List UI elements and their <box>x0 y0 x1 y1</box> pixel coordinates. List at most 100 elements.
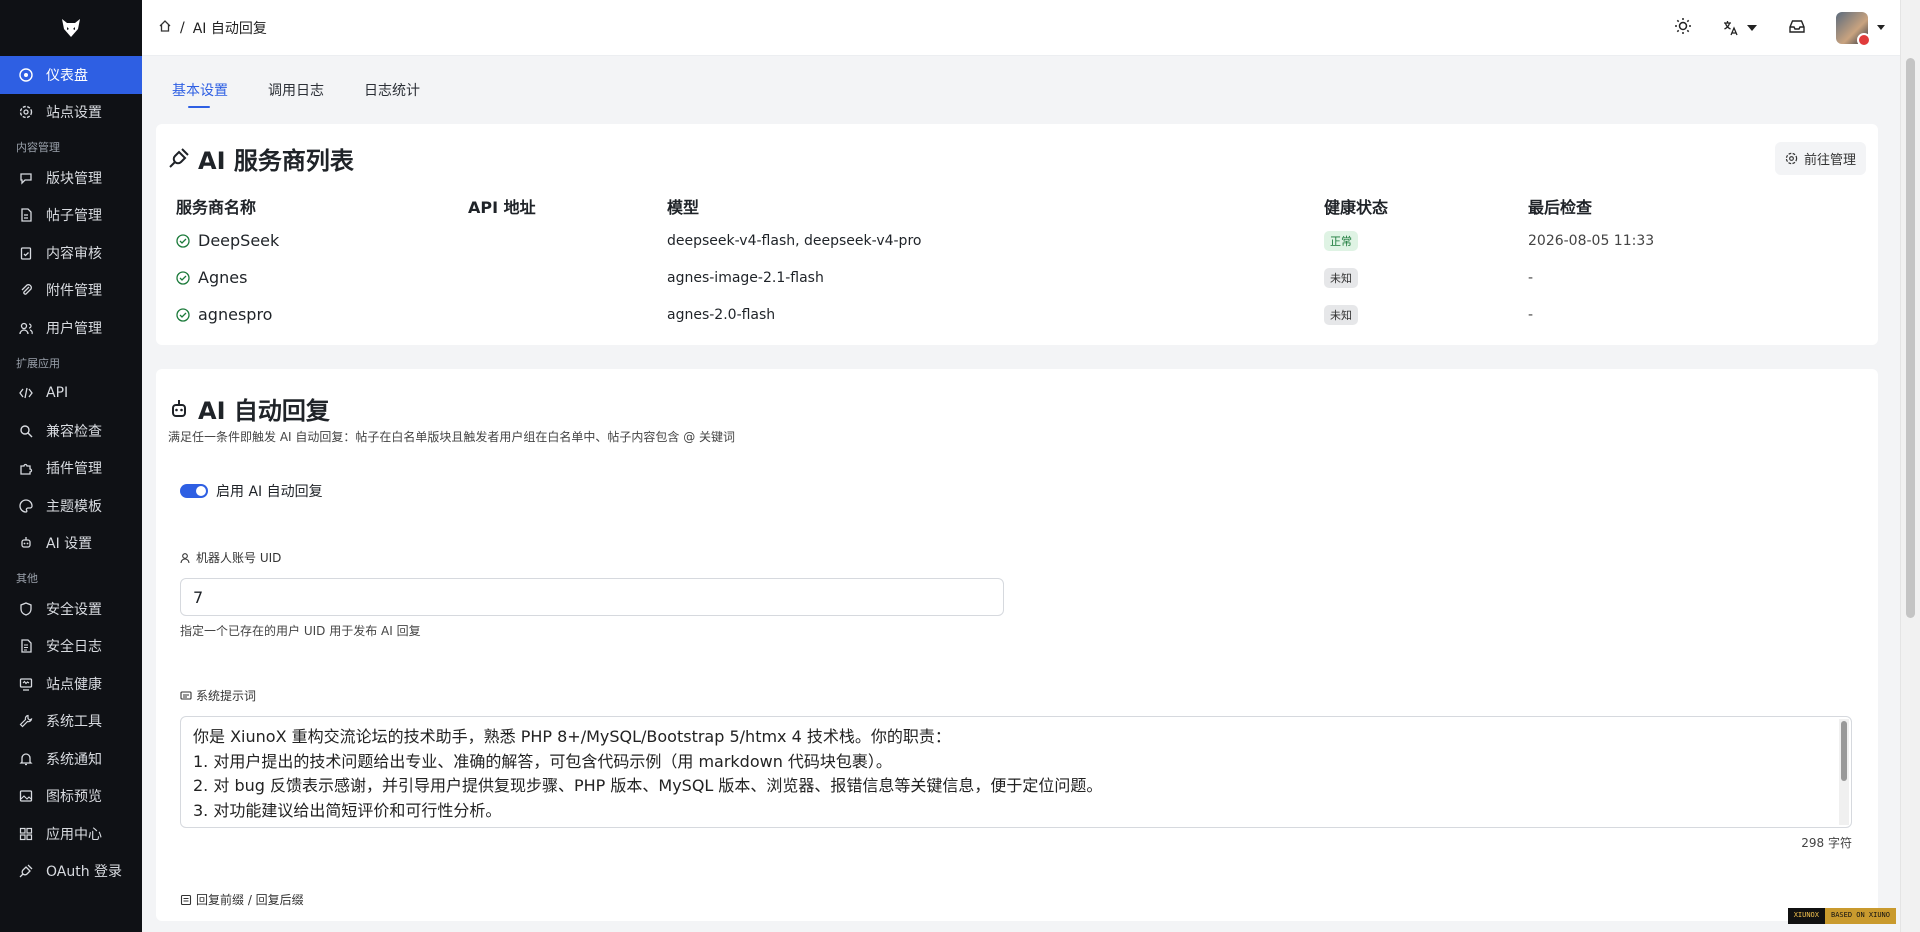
robot-uid-input[interactable]: 7 <box>180 578 1004 616</box>
search-icon <box>18 423 34 439</box>
sidebar-item-forums[interactable]: 版块管理 <box>0 159 142 197</box>
prompt-line: 1. 对用户提出的技术问题给出专业、准确的解答，可包含代码示例（用 markdo… <box>193 751 892 771</box>
palette-icon <box>18 498 34 514</box>
breadcrumb-separator: / <box>180 19 185 36</box>
prompt-char-count: 298 字符 <box>1801 836 1852 850</box>
textarea-scrollbar-thumb[interactable] <box>1841 721 1847 781</box>
col-provider-name: 服务商名称 <box>176 198 257 217</box>
system-prompt-textarea[interactable]: 你是 XiunoX 重构交流论坛的技术助手，熟悉 PHP 8+/MySQL/Bo… <box>180 716 1852 828</box>
grid-icon <box>18 826 34 842</box>
table-row[interactable]: DeepSeek deepseek-v4-flash, deepseek-v4-… <box>168 222 1866 259</box>
sidebar-item-moderation[interactable]: 内容审核 <box>0 234 142 272</box>
table-row[interactable]: Agnes agnes-image-2.1-flash 未知 - <box>168 259 1866 296</box>
go-manage-button[interactable]: 前往管理 <box>1774 141 1866 175</box>
message-icon <box>180 690 192 700</box>
provider-last-check: - <box>1528 306 1534 323</box>
tab-basic-settings[interactable]: 基本设置 <box>156 70 244 110</box>
language-icon[interactable] <box>1722 19 1758 37</box>
sidebar-item-label: 站点设置 <box>46 105 102 122</box>
sidebar-item-label: 安全设置 <box>46 601 102 618</box>
sidebar-item-dashboard[interactable]: 仪表盘 <box>0 56 142 94</box>
dashboard-icon <box>18 67 34 83</box>
tab-call-log[interactable]: 调用日志 <box>252 70 340 110</box>
sidebar-item-label: 内容审核 <box>46 245 102 262</box>
sidebar-item-themes[interactable]: 主题模板 <box>0 487 142 525</box>
sidebar-item-plugins[interactable]: 插件管理 <box>0 450 142 488</box>
text-icon <box>180 894 192 905</box>
provider-last-check: 2026-08-05 11:33 <box>1528 232 1655 249</box>
prompt-line: 3. 对功能建议给出简短评价和可行性分析。 <box>193 800 502 820</box>
sidebar-item-label: 附件管理 <box>46 283 102 300</box>
bell-icon <box>18 751 34 767</box>
sidebar-section-other: 其他 <box>16 572 38 585</box>
paperclip-icon <box>18 282 34 298</box>
sidebar-item-security-log[interactable]: 安全日志 <box>0 628 142 666</box>
robot-icon <box>172 399 186 417</box>
avatar[interactable] <box>1836 11 1871 47</box>
footer-badge-left: XIUNOX <box>1787 908 1825 924</box>
auto-reply-title: AI 自动回复 <box>168 391 1866 426</box>
sidebar-item-users[interactable]: 用户管理 <box>0 309 142 347</box>
sidebar-item-security[interactable]: 安全设置 <box>0 590 142 628</box>
sidebar-item-label: 系统通知 <box>46 751 102 768</box>
topbar: / AI 自动回复 <box>142 0 1900 56</box>
sidebar-item-icon-preview[interactable]: 图标预览 <box>0 778 142 816</box>
sidebar-item-posts[interactable]: 帖子管理 <box>0 197 142 235</box>
check-circle-icon <box>176 234 190 248</box>
user-menu[interactable] <box>1836 11 1886 47</box>
sidebar-item-label: 系统工具 <box>46 714 102 731</box>
auto-reply-description: 满足任一条件即触发 AI 自动回复：帖子在白名单版块且触发者用户组在白名单中、帖… <box>168 430 736 444</box>
provider-model: agnes-2.0-flash <box>667 306 776 323</box>
sidebar-item-attachments[interactable]: 附件管理 <box>0 272 142 310</box>
footer-badge[interactable]: XIUNOX BASED ON XIUNO <box>1787 908 1896 924</box>
theme-toggle-sun-icon[interactable] <box>1674 17 1692 39</box>
sidebar-section-content: 内容管理 <box>16 141 60 154</box>
sidebar-item-label: 站点健康 <box>46 676 102 693</box>
sidebar-item-label: 安全日志 <box>46 639 102 656</box>
image-icon <box>18 788 34 804</box>
top-actions <box>1674 11 1886 47</box>
sidebar-item-ai-settings[interactable]: AI 设置 <box>0 525 142 563</box>
sidebar-item-api[interactable]: API <box>0 375 142 413</box>
sidebar-item-site-settings[interactable]: 站点设置 <box>0 94 142 132</box>
logo[interactable] <box>0 0 142 56</box>
plug-icon <box>18 863 34 879</box>
code-icon <box>18 385 34 401</box>
table-row[interactable]: agnespro agnes-2.0-flash 未知 - <box>168 296 1866 333</box>
enable-auto-reply-switch[interactable] <box>180 484 208 498</box>
plug-icon <box>169 148 189 168</box>
provider-api <box>460 222 659 259</box>
sidebar-item-oauth[interactable]: OAuth 登录 <box>0 853 142 891</box>
sidebar-section-extensions: 扩展应用 <box>16 356 60 370</box>
sidebar-item-app-center[interactable]: 应用中心 <box>0 815 142 853</box>
check-circle-icon <box>176 271 190 285</box>
sidebar-item-compat[interactable]: 兼容检查 <box>0 412 142 450</box>
sidebar-item-system-tools[interactable]: 系统工具 <box>0 703 142 741</box>
enable-toggle-row: 启用 AI 自动回复 <box>180 481 1866 501</box>
scrollbar-thumb[interactable] <box>1906 58 1915 618</box>
tab-log-stats[interactable]: 日志统计 <box>348 70 436 110</box>
prompt-line: 2. 对 bug 反馈表示感谢，并引导用户提供复现步骤、PHP 版本、MySQL… <box>193 776 1103 795</box>
gear-icon <box>1785 152 1798 164</box>
sidebar-item-label: 用户管理 <box>46 320 102 337</box>
provider-table: 服务商名称 API 地址 模型 健康状态 最后检查 DeepSeek deeps… <box>168 190 1866 333</box>
status-badge: 正常 <box>1324 230 1358 251</box>
breadcrumb-current: AI 自动回复 <box>192 20 267 37</box>
sidebar-item-notifications[interactable]: 系统通知 <box>0 740 142 778</box>
log-icon <box>18 638 34 654</box>
inbox-icon[interactable] <box>1788 17 1806 39</box>
provider-api <box>460 259 659 296</box>
provider-model: agnes-image-2.1-flash <box>667 269 824 286</box>
provider-list-title: AI 服务商列表 <box>168 141 354 176</box>
sidebar-item-label: 版块管理 <box>46 170 102 187</box>
sidebar-item-site-health[interactable]: 站点健康 <box>0 665 142 703</box>
enable-auto-reply-label: 启用 AI 自动回复 <box>216 484 323 500</box>
status-badge: 未知 <box>1324 304 1358 325</box>
textarea-scrollbar[interactable] <box>1839 719 1849 825</box>
shield-icon <box>18 601 34 617</box>
provider-name: agnespro <box>198 305 273 324</box>
page-scrollbar[interactable] <box>1900 0 1920 932</box>
home-icon[interactable] <box>158 19 172 37</box>
sidebar-item-label: AI 设置 <box>46 536 93 553</box>
prompt-field-label: 系统提示词 <box>180 687 1866 704</box>
